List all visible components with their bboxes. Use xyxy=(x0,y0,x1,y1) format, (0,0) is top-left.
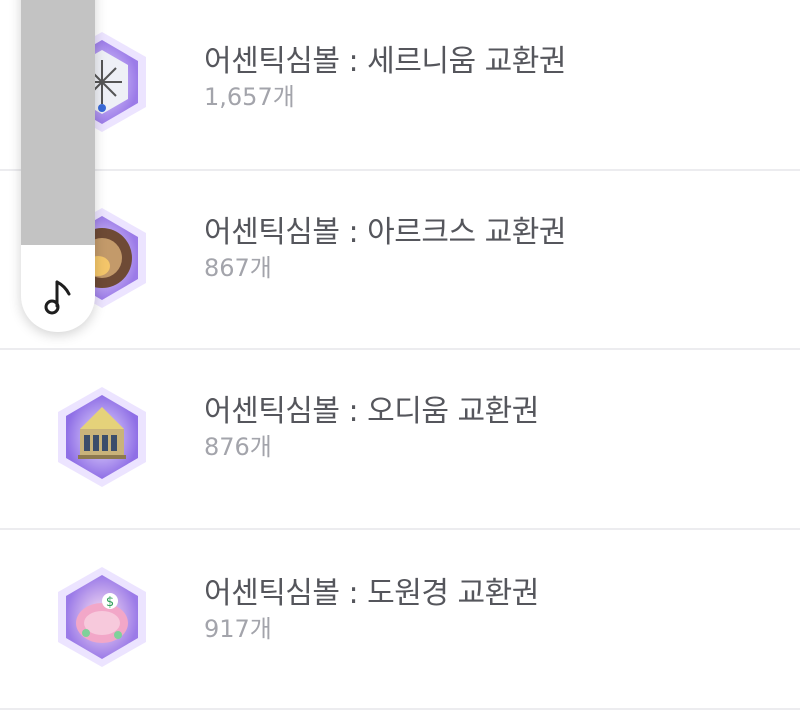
player-volume-bar[interactable] xyxy=(21,0,95,245)
item-title: 어센틱심볼 : 세르니움 교환권 xyxy=(204,44,566,79)
item-count: 1,657개 xyxy=(204,83,295,111)
item-text: 어센틱심볼 : 오디움 교환권 876개 xyxy=(204,394,539,462)
item-count: 867개 xyxy=(204,254,272,282)
item-count: 876개 xyxy=(204,433,272,461)
item-title: 어센틱심볼 : 오디움 교환권 xyxy=(204,394,539,429)
item-list: 어센틱심볼 : 세르니움 교환권 1,657개 어센틱심볼 : 아르크스 교환권… xyxy=(0,0,800,710)
item-text: 어센틱심볼 : 아르크스 교환권 867개 xyxy=(204,215,566,283)
item-text: 어센틱심볼 : 도원경 교환권 917개 xyxy=(204,576,539,644)
shangri-la-symbol-icon: $ xyxy=(48,563,156,671)
svg-text:$: $ xyxy=(106,595,114,610)
list-item[interactable]: $ 어센틱심볼 : 도원경 교환권 917개 xyxy=(0,530,800,710)
list-item[interactable]: 어센틱심볼 : 세르니움 교환권 1,657개 xyxy=(0,0,800,171)
music-player-panel[interactable] xyxy=(21,0,95,332)
item-count: 917개 xyxy=(204,615,272,643)
item-text: 어센틱심볼 : 세르니움 교환권 1,657개 xyxy=(204,44,566,112)
odium-symbol-icon xyxy=(48,383,156,491)
music-note-icon[interactable] xyxy=(43,278,75,316)
item-title: 어센틱심볼 : 아르크스 교환권 xyxy=(204,215,566,250)
list-item[interactable]: 어센틱심볼 : 아르크스 교환권 867개 xyxy=(0,171,800,350)
item-title: 어센틱심볼 : 도원경 교환권 xyxy=(204,576,539,611)
list-item[interactable]: 어센틱심볼 : 오디움 교환권 876개 xyxy=(0,350,800,530)
